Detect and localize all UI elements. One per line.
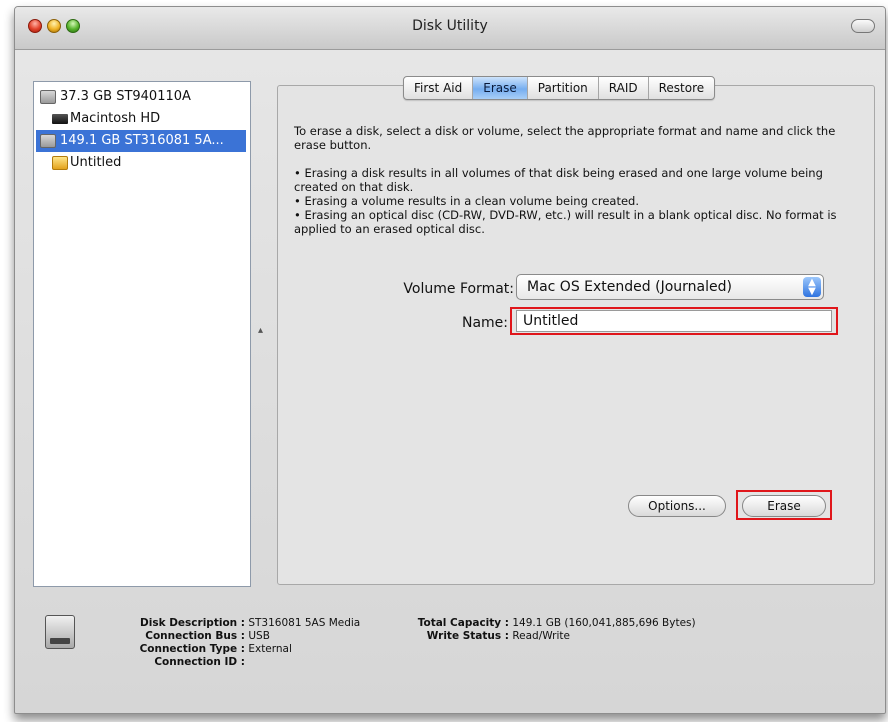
sidebar-item-untitled[interactable]: Untitled	[36, 152, 246, 174]
toolbar-toggle-button[interactable]	[851, 19, 875, 33]
info-key: Connection ID :	[154, 656, 245, 668]
erase-button[interactable]: Erase	[742, 495, 826, 517]
options-button[interactable]: Options...	[628, 495, 726, 517]
info-value: 149.1 GB (160,041,885,696 Bytes)	[512, 617, 696, 629]
volume-format-value: Mac OS Extended (Journaled)	[527, 279, 732, 295]
info-row-type: Connection Type : External	[95, 643, 360, 656]
tab-restore[interactable]: Restore	[649, 77, 715, 99]
volume-name-input[interactable]	[516, 310, 832, 332]
info-key: Connection Type :	[139, 643, 245, 655]
info-value: External	[248, 643, 292, 655]
erase-instructions: To erase a disk, select a disk or volume…	[294, 124, 854, 236]
info-key: Disk Description :	[140, 617, 245, 629]
tab-erase[interactable]: Erase	[473, 77, 528, 99]
sidebar-item-label: Untitled	[70, 155, 122, 170]
tab-bar: First Aid Erase Partition RAID Restore	[403, 76, 716, 100]
erase-note-optical: • Erasing an optical disc (CD-RW, DVD-RW…	[294, 208, 837, 236]
hard-disk-icon	[45, 615, 75, 649]
erase-note-volume: • Erasing a volume results in a clean vo…	[294, 194, 640, 208]
disk-source-list[interactable]: 37.3 GB ST940110A Macintosh HD 149.1 GB …	[33, 81, 251, 587]
sidebar-item-disk-149gb[interactable]: 149.1 GB ST316081 5A...	[36, 130, 246, 152]
volume-icon	[52, 114, 68, 124]
erase-note-disk: • Erasing a disk results in all volumes …	[294, 166, 823, 194]
sidebar-item-label: 149.1 GB ST316081 5A...	[60, 133, 224, 148]
tab-first-aid[interactable]: First Aid	[404, 77, 474, 99]
window-title: Disk Utility	[412, 18, 488, 34]
hard-disk-icon	[40, 90, 56, 104]
sidebar-item-label: 37.3 GB ST940110A	[60, 89, 191, 104]
info-key: Connection Bus :	[145, 630, 245, 642]
split-view-handle[interactable]: ▴	[258, 325, 263, 336]
external-volume-icon	[52, 156, 68, 170]
sidebar-item-macintosh-hd[interactable]: Macintosh HD	[36, 108, 246, 130]
name-label: Name:	[461, 315, 508, 331]
disk-info-left: Disk Description : ST316081 5AS Media Co…	[95, 617, 361, 669]
info-row-write-status: Write Status : Read/Write	[403, 630, 696, 643]
info-row-bus: Connection Bus : USB	[95, 630, 360, 643]
disk-utility-window: Disk Utility 37.3 GB ST940110A Macintosh…	[14, 6, 886, 714]
info-row-id: Connection ID :	[95, 656, 360, 669]
info-row-capacity: Total Capacity : 149.1 GB (160,041,885,6…	[403, 617, 696, 630]
info-value: Read/Write	[512, 630, 570, 642]
hard-disk-icon	[40, 134, 56, 148]
erase-intro-text: To erase a disk, select a disk or volume…	[294, 124, 836, 152]
disk-info-right: Total Capacity : 149.1 GB (160,041,885,6…	[403, 617, 696, 643]
volume-format-label: Volume Format:	[403, 281, 514, 297]
volume-format-select[interactable]: Mac OS Extended (Journaled) ▲ ▼	[516, 274, 824, 300]
sidebar-item-label: Macintosh HD	[70, 111, 161, 126]
sidebar-item-disk-37gb[interactable]: 37.3 GB ST940110A	[36, 86, 246, 108]
tab-raid[interactable]: RAID	[599, 77, 649, 99]
info-row-description: Disk Description : ST316081 5AS Media	[95, 617, 360, 630]
popup-arrows-icon: ▲ ▼	[803, 277, 821, 297]
info-value: USB	[248, 630, 270, 642]
info-value: ST316081 5AS Media	[248, 617, 361, 629]
disk-info-area: Disk Description : ST316081 5AS Media Co…	[15, 595, 885, 713]
info-key: Write Status :	[426, 630, 509, 642]
erase-panel: To erase a disk, select a disk or volume…	[277, 85, 875, 585]
tab-partition[interactable]: Partition	[528, 77, 599, 99]
info-key: Total Capacity :	[417, 617, 509, 629]
title-bar: Disk Utility	[15, 7, 885, 50]
